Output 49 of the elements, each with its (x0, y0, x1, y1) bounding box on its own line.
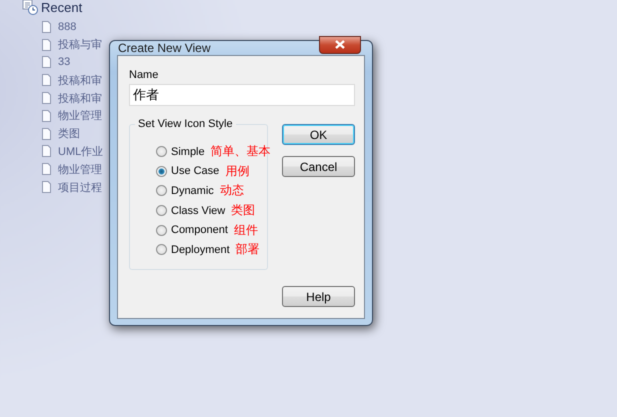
document-icon (42, 20, 51, 33)
document-icon (42, 38, 51, 51)
document-icon (42, 145, 51, 158)
radio-label[interactable]: Dynamic (171, 184, 214, 197)
recent-item[interactable]: 投稿和审 (58, 72, 102, 88)
document-icon (42, 92, 51, 104)
dialog-button[interactable]: OK (282, 124, 355, 145)
recent-item[interactable]: 投稿和审 (58, 90, 102, 106)
radio-button[interactable] (156, 205, 167, 216)
radio-label[interactable]: Component (171, 224, 228, 236)
recent-item[interactable]: 888 (58, 20, 76, 33)
document-icon (42, 56, 51, 68)
annotation-text: 动态 (220, 182, 244, 200)
radio-button[interactable] (156, 244, 167, 256)
recent-item[interactable]: 项目过程 (58, 180, 102, 195)
document-icon (42, 181, 51, 194)
radio-button[interactable] (156, 224, 167, 236)
document-icon (42, 128, 51, 140)
recent-item[interactable]: 类图 (58, 126, 80, 142)
annotation-text: 简单、基本 (210, 143, 271, 160)
name-field[interactable]: 作者 (129, 84, 355, 106)
annotation-text: 用例 (225, 162, 250, 180)
recent-item[interactable]: 物业管理 (58, 108, 102, 124)
recent-item[interactable]: 33 (58, 56, 70, 68)
close-button[interactable] (319, 36, 361, 54)
recent-item[interactable]: 物业管理 (58, 162, 102, 177)
annotation-text: 组件 (234, 222, 258, 239)
recent-title: Recent (41, 0, 82, 15)
annotation-text: 类图 (231, 202, 256, 220)
document-icon (42, 110, 51, 122)
annotation-text: 部署 (236, 241, 260, 258)
radio-button[interactable] (156, 166, 167, 177)
document-icon (42, 74, 51, 86)
dialog-button[interactable]: Cancel (282, 156, 355, 177)
document-icon (42, 163, 51, 176)
radio-label[interactable]: Use Case (171, 165, 220, 178)
name-label: Name (129, 69, 160, 81)
radio-button[interactable] (156, 146, 167, 158)
group-title: Set View Icon Style (135, 118, 236, 130)
recent-icon (22, 0, 38, 14)
close-icon (335, 40, 345, 49)
recent-item[interactable]: UML作业 (58, 144, 104, 159)
recent-item[interactable]: 投稿与审 (58, 37, 102, 52)
radio-label[interactable]: Deployment (171, 244, 230, 256)
window-title: Create New View (117, 41, 210, 55)
radio-label[interactable]: Simple (171, 146, 205, 158)
dialog-button[interactable]: Help (282, 286, 355, 307)
radio-label[interactable]: Class View (171, 204, 226, 217)
radio-button[interactable] (156, 185, 167, 196)
